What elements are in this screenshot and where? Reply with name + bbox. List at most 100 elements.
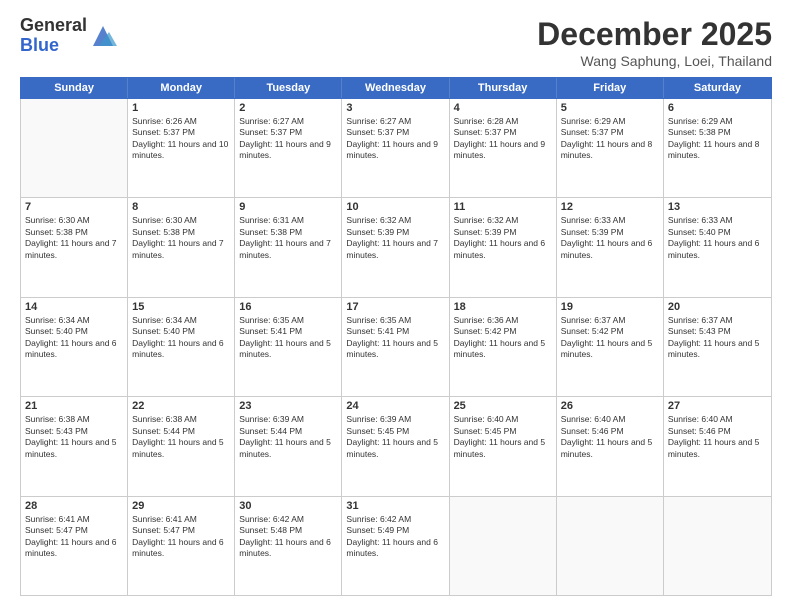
calendar-cell: 12Sunrise: 6:33 AM Sunset: 5:39 PM Dayli…: [557, 198, 664, 296]
cell-sun-info: Sunrise: 6:35 AM Sunset: 5:41 PM Dayligh…: [346, 315, 444, 361]
day-number: 21: [25, 400, 123, 412]
calendar-cell: 3 Sunrise: 6:27 AM Sunset: 5:37 PM Daylig…: [342, 99, 449, 197]
day-number: 3: [346, 102, 444, 114]
logo-blue-text: Blue: [20, 35, 59, 55]
cell-sun-info: Sunrise: 6:26 AM Sunset: 5:37 PM Dayligh…: [132, 116, 230, 162]
day-number: 29: [132, 500, 230, 512]
calendar-cell: [557, 497, 664, 595]
calendar-header-cell: Sunday: [21, 78, 128, 98]
calendar-header-cell: Tuesday: [235, 78, 342, 98]
day-number: 4: [454, 102, 552, 114]
location: Wang Saphung, Loei, Thailand: [537, 53, 772, 69]
calendar-cell: 19 Sunrise: 6:37 AM Sunset: 5:42 PM Dayli…: [557, 298, 664, 396]
calendar-cell: 18 Sunrise: 6:36 AM Sunset: 5:42 PM Dayli…: [450, 298, 557, 396]
cell-sun-info: Sunrise: 6:27 AM Sunset: 5:37 PM Dayligh…: [346, 116, 444, 162]
calendar-cell: 16Sunrise: 6:35 AM Sunset: 5:41 PM Dayli…: [235, 298, 342, 396]
day-number: 30: [239, 500, 337, 512]
calendar-week: 14 Sunrise: 6:34 AM Sunset: 5:40 PM Dayli…: [21, 298, 771, 397]
calendar-cell: [664, 497, 771, 595]
calendar-cell: 25 Sunrise: 6:40 AM Sunset: 5:45 PM Dayli…: [450, 397, 557, 495]
cell-sun-info: Sunrise: 6:42 AM Sunset: 5:49 PM Dayligh…: [346, 514, 444, 560]
day-number: 5: [561, 102, 659, 114]
page: General Blue December 2025 Wang Saphung,…: [0, 0, 792, 612]
calendar-week: 7 Sunrise: 6:30 AM Sunset: 5:38 PM Daylig…: [21, 198, 771, 297]
calendar-week: 28 Sunrise: 6:41 AM Sunset: 5:47 PM Dayli…: [21, 497, 771, 595]
calendar-cell: 5 Sunrise: 6:29 AM Sunset: 5:37 PM Daylig…: [557, 99, 664, 197]
cell-sun-info: Sunrise: 6:29 AM Sunset: 5:37 PM Dayligh…: [561, 116, 659, 162]
calendar-cell: 26Sunrise: 6:40 AM Sunset: 5:46 PM Dayli…: [557, 397, 664, 495]
calendar-header-cell: Saturday: [664, 78, 771, 98]
logo-icon: [89, 22, 117, 50]
day-number: 18: [454, 301, 552, 313]
cell-sun-info: Sunrise: 6:38 AM Sunset: 5:43 PM Dayligh…: [25, 414, 123, 460]
calendar-cell: 22 Sunrise: 6:38 AM Sunset: 5:44 PM Dayli…: [128, 397, 235, 495]
day-number: 19: [561, 301, 659, 313]
day-number: 24: [346, 400, 444, 412]
day-number: 9: [239, 201, 337, 213]
cell-sun-info: Sunrise: 6:33 AM Sunset: 5:39 PM Dayligh…: [561, 215, 659, 261]
cell-sun-info: Sunrise: 6:38 AM Sunset: 5:44 PM Dayligh…: [132, 414, 230, 460]
cell-sun-info: Sunrise: 6:42 AM Sunset: 5:48 PM Dayligh…: [239, 514, 337, 560]
day-number: 8: [132, 201, 230, 213]
month-title: December 2025: [537, 16, 772, 53]
cell-sun-info: Sunrise: 6:40 AM Sunset: 5:45 PM Dayligh…: [454, 414, 552, 460]
day-number: 7: [25, 201, 123, 213]
day-number: 14: [25, 301, 123, 313]
calendar-header-cell: Thursday: [450, 78, 557, 98]
calendar-cell: 23 Sunrise: 6:39 AM Sunset: 5:44 PM Dayli…: [235, 397, 342, 495]
calendar-cell: 29 Sunrise: 6:41 AM Sunset: 5:47 PM Dayli…: [128, 497, 235, 595]
calendar-header-cell: Wednesday: [342, 78, 449, 98]
cell-sun-info: Sunrise: 6:40 AM Sunset: 5:46 PM Dayligh…: [668, 414, 767, 460]
calendar-cell: 6Sunrise: 6:29 AM Sunset: 5:38 PM Daylig…: [664, 99, 771, 197]
calendar-cell: 9 Sunrise: 6:31 AM Sunset: 5:38 PM Daylig…: [235, 198, 342, 296]
day-number: 27: [668, 400, 767, 412]
day-number: 20: [668, 301, 767, 313]
day-number: 28: [25, 500, 123, 512]
cell-sun-info: Sunrise: 6:39 AM Sunset: 5:44 PM Dayligh…: [239, 414, 337, 460]
calendar-cell: 11Sunrise: 6:32 AM Sunset: 5:39 PM Dayli…: [450, 198, 557, 296]
cell-sun-info: Sunrise: 6:40 AM Sunset: 5:46 PM Dayligh…: [561, 414, 659, 460]
day-number: 11: [454, 201, 552, 213]
calendar-cell: 24Sunrise: 6:39 AM Sunset: 5:45 PM Dayli…: [342, 397, 449, 495]
calendar-cell: 13Sunrise: 6:33 AM Sunset: 5:40 PM Dayli…: [664, 198, 771, 296]
cell-sun-info: Sunrise: 6:41 AM Sunset: 5:47 PM Dayligh…: [132, 514, 230, 560]
logo: General Blue: [20, 16, 117, 56]
day-number: 10: [346, 201, 444, 213]
cell-sun-info: Sunrise: 6:29 AM Sunset: 5:38 PM Dayligh…: [668, 116, 767, 162]
calendar-cell: 28 Sunrise: 6:41 AM Sunset: 5:47 PM Dayli…: [21, 497, 128, 595]
calendar-cell: 10 Sunrise: 6:32 AM Sunset: 5:39 PM Dayli…: [342, 198, 449, 296]
cell-sun-info: Sunrise: 6:37 AM Sunset: 5:42 PM Dayligh…: [561, 315, 659, 361]
calendar-cell: [21, 99, 128, 197]
header: General Blue December 2025 Wang Saphung,…: [20, 16, 772, 69]
calendar-cell: 2 Sunrise: 6:27 AM Sunset: 5:37 PM Daylig…: [235, 99, 342, 197]
cell-sun-info: Sunrise: 6:27 AM Sunset: 5:37 PM Dayligh…: [239, 116, 337, 162]
calendar-header-cell: Monday: [128, 78, 235, 98]
calendar-body: 1Sunrise: 6:26 AM Sunset: 5:37 PM Daylig…: [20, 99, 772, 596]
calendar-cell: 1Sunrise: 6:26 AM Sunset: 5:37 PM Daylig…: [128, 99, 235, 197]
calendar: SundayMondayTuesdayWednesdayThursdayFrid…: [20, 77, 772, 596]
calendar-week: 1Sunrise: 6:26 AM Sunset: 5:37 PM Daylig…: [21, 99, 771, 198]
calendar-cell: 8 Sunrise: 6:30 AM Sunset: 5:38 PM Daylig…: [128, 198, 235, 296]
cell-sun-info: Sunrise: 6:30 AM Sunset: 5:38 PM Dayligh…: [25, 215, 123, 261]
calendar-cell: 14 Sunrise: 6:34 AM Sunset: 5:40 PM Dayli…: [21, 298, 128, 396]
calendar-cell: 4 Sunrise: 6:28 AM Sunset: 5:37 PM Daylig…: [450, 99, 557, 197]
cell-sun-info: Sunrise: 6:34 AM Sunset: 5:40 PM Dayligh…: [132, 315, 230, 361]
cell-sun-info: Sunrise: 6:30 AM Sunset: 5:38 PM Dayligh…: [132, 215, 230, 261]
cell-sun-info: Sunrise: 6:36 AM Sunset: 5:42 PM Dayligh…: [454, 315, 552, 361]
day-number: 23: [239, 400, 337, 412]
day-number: 22: [132, 400, 230, 412]
cell-sun-info: Sunrise: 6:41 AM Sunset: 5:47 PM Dayligh…: [25, 514, 123, 560]
day-number: 2: [239, 102, 337, 114]
calendar-cell: [450, 497, 557, 595]
calendar-week: 21 Sunrise: 6:38 AM Sunset: 5:43 PM Dayli…: [21, 397, 771, 496]
calendar-cell: 20 Sunrise: 6:37 AM Sunset: 5:43 PM Dayli…: [664, 298, 771, 396]
cell-sun-info: Sunrise: 6:34 AM Sunset: 5:40 PM Dayligh…: [25, 315, 123, 361]
cell-sun-info: Sunrise: 6:31 AM Sunset: 5:38 PM Dayligh…: [239, 215, 337, 261]
cell-sun-info: Sunrise: 6:28 AM Sunset: 5:37 PM Dayligh…: [454, 116, 552, 162]
cell-sun-info: Sunrise: 6:32 AM Sunset: 5:39 PM Dayligh…: [346, 215, 444, 261]
day-number: 13: [668, 201, 767, 213]
cell-sun-info: Sunrise: 6:37 AM Sunset: 5:43 PM Dayligh…: [668, 315, 767, 361]
calendar-cell: 17Sunrise: 6:35 AM Sunset: 5:41 PM Dayli…: [342, 298, 449, 396]
day-number: 25: [454, 400, 552, 412]
calendar-header-row: SundayMondayTuesdayWednesdayThursdayFrid…: [20, 77, 772, 99]
